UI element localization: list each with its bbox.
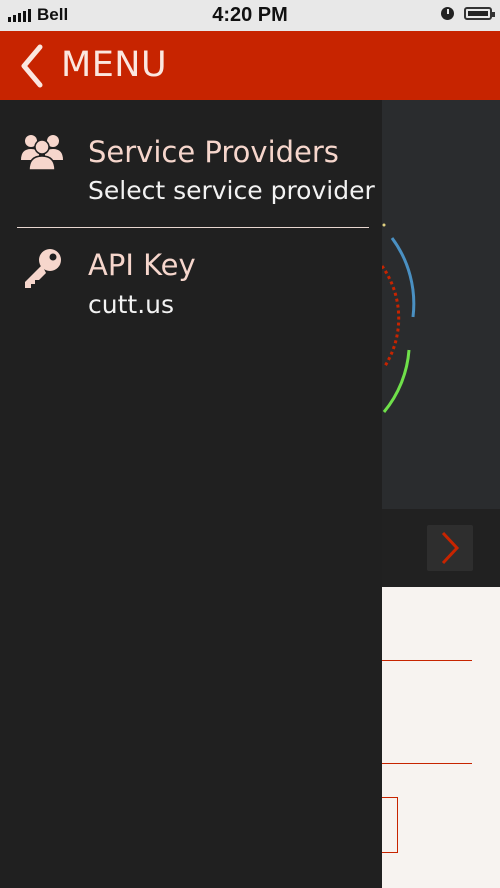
menu-header: MENU [0,31,500,100]
chevron-left-icon[interactable] [18,43,48,89]
background-rings-graphic [382,223,416,413]
menu-item-service-providers[interactable]: Service Providers Select service provide… [0,100,382,227]
menu-item-title: API Key [88,248,196,282]
background-input-underline [382,763,472,764]
background-button-outline [382,797,398,853]
menu-title: MENU [61,45,168,85]
chevron-right-icon[interactable] [427,525,473,571]
status-bar: Bell 4:20 PM [0,0,500,31]
side-menu-drawer: Service Providers Select service provide… [0,100,382,888]
menu-item-subtitle: Select service provider [88,176,375,205]
status-time: 4:20 PM [212,4,288,26]
menu-item-title: Service Providers [88,135,339,169]
users-icon [21,135,63,171]
background-input-underline [382,660,472,661]
battery-icon [464,7,495,20]
status-right-group [441,7,495,20]
menu-item-api-key[interactable]: API Key cutt.us [0,228,382,338]
background-form-panel [382,587,500,888]
menu-item-subtitle: cutt.us [88,290,175,319]
key-icon [25,249,61,288]
alarm-clock-icon [441,7,454,20]
